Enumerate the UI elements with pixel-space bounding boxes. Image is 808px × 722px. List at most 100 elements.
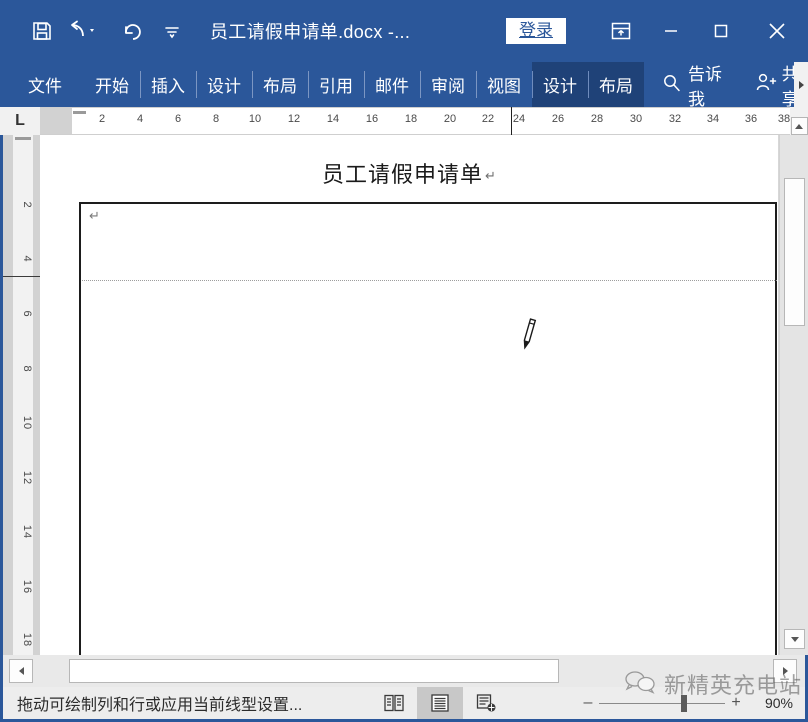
- ruler-tick: 8: [212, 113, 220, 125]
- tab-references[interactable]: 引用: [308, 62, 364, 107]
- document-heading: 员工请假申请单 ↵: [40, 157, 779, 189]
- tab-stop-selector[interactable]: L: [0, 107, 40, 135]
- ruler-tick: 18: [404, 113, 418, 125]
- horizontal-scrollbar-track[interactable]: [33, 658, 773, 684]
- document-table[interactable]: ↵: [79, 202, 789, 665]
- ruler-tick: 36: [744, 113, 758, 125]
- tab-table-design[interactable]: 设计: [532, 62, 588, 107]
- web-layout-icon[interactable]: [463, 687, 509, 719]
- vertical-scrollbar[interactable]: [779, 135, 808, 655]
- right-margin-marker: [511, 107, 512, 135]
- ribbon-overflow-button[interactable]: [794, 62, 808, 107]
- zoom-slider[interactable]: [599, 687, 725, 719]
- sign-in-button[interactable]: 登录: [506, 17, 566, 45]
- ruler-tick: 12: [287, 113, 301, 125]
- search-icon: [662, 73, 681, 97]
- tab-home[interactable]: 开始: [84, 62, 140, 107]
- tab-file[interactable]: 文件: [0, 62, 84, 107]
- scroll-down-button[interactable]: [784, 629, 805, 649]
- tab-mailings[interactable]: 邮件: [364, 62, 420, 107]
- status-message: 拖动可绘制列和行或应用当前线型设置...: [17, 697, 303, 714]
- document-work-area: 2 4 6 8 10 12 14 16 18 员工请假申请单 ↵ ↵: [0, 135, 808, 665]
- triangle-down-icon: [790, 636, 799, 642]
- paragraph-mark: ↵: [485, 169, 497, 184]
- ruler-tick: 22: [481, 113, 495, 125]
- horizontal-ruler[interactable]: 2 4 6 8 10 12 14 16 18 20 22 24 26 28 30…: [40, 107, 790, 135]
- zoom-slider-handle[interactable]: [681, 695, 687, 712]
- document-title: 员工请假申请单.docx -...: [210, 22, 411, 42]
- tab-view[interactable]: 视图: [476, 62, 532, 107]
- vruler-tick: 12: [21, 470, 33, 486]
- vruler-tick: 14: [21, 524, 33, 540]
- zoom-in-button[interactable]: +: [725, 687, 747, 719]
- vruler-tick: 8: [21, 365, 33, 373]
- horizontal-ruler-row: L 2 4 6 8 10 12 14 16 18 20 22 24 26 28 …: [0, 107, 808, 135]
- top-margin-marker[interactable]: [15, 137, 31, 140]
- ruler-tick: 34: [706, 113, 720, 125]
- ruler-tick: 14: [326, 113, 340, 125]
- ruler-tick: 24: [512, 113, 526, 125]
- tell-me-search[interactable]: 告诉我: [644, 62, 741, 109]
- tab-layout[interactable]: 布局: [252, 62, 308, 107]
- view-mode-group: [371, 687, 509, 719]
- scroll-up-region: [790, 107, 808, 135]
- scroll-left-button[interactable]: [9, 659, 33, 683]
- zoom-control[interactable]: – + 90%: [577, 687, 799, 719]
- cell-paragraph-mark: ↵: [89, 208, 100, 223]
- triangle-left-icon: [18, 667, 24, 675]
- minimize-button[interactable]: [646, 0, 696, 62]
- ruler-tick: 16: [365, 113, 379, 125]
- scroll-right-button[interactable]: [773, 659, 797, 683]
- pencil-cursor: [515, 317, 541, 353]
- read-mode-icon[interactable]: [371, 687, 417, 719]
- ribbon-tab-bar: 文件 开始 插入 设计 布局 引用 邮件 审阅 视图 设计 布局 告诉我 共享: [0, 62, 808, 109]
- vruler-tick: 6: [21, 310, 33, 318]
- tab-table-layout[interactable]: 布局: [588, 62, 644, 107]
- tab-design[interactable]: 设计: [196, 62, 252, 107]
- word-window: 员工请假申请单.docx -... 登录 文件 开始 插入 设计 布局 引用 邮…: [0, 0, 808, 722]
- status-bar: 拖动可绘制列和行或应用当前线型设置... – + 90%: [0, 687, 808, 722]
- tab-review[interactable]: 审阅: [420, 62, 476, 107]
- undo-button[interactable]: [62, 11, 112, 51]
- quick-access-toolbar: [0, 11, 192, 51]
- ruler-tick: 10: [248, 113, 262, 125]
- ruler-tick: 4: [136, 113, 144, 125]
- document-heading-text: 员工请假申请单: [322, 163, 484, 188]
- ruler-tick: 38: [777, 113, 791, 125]
- ruler-tick: 32: [668, 113, 682, 125]
- title-bar: 员工请假申请单.docx -... 登录: [0, 0, 808, 62]
- vertical-ruler-track: [13, 135, 33, 655]
- ruler-tick: 6: [174, 113, 182, 125]
- maximize-button[interactable]: [696, 0, 746, 62]
- document-page[interactable]: 员工请假申请单 ↵ ↵: [40, 135, 789, 665]
- triangle-up-icon: [795, 123, 803, 129]
- ruler-tick: 2: [98, 113, 106, 125]
- close-button[interactable]: [746, 0, 808, 62]
- vertical-ruler[interactable]: 2 4 6 8 10 12 14 16 18: [3, 135, 40, 655]
- ruler-tick: 30: [629, 113, 643, 125]
- ribbon-display-options-icon[interactable]: [596, 0, 646, 62]
- triangle-right-icon: [782, 667, 788, 675]
- first-line-indent-marker[interactable]: [73, 109, 86, 114]
- customize-quick-access-toolbar-button[interactable]: [152, 11, 192, 51]
- scroll-up-button[interactable]: [790, 117, 808, 135]
- zoom-percent-label[interactable]: 90%: [747, 695, 799, 711]
- print-layout-icon[interactable]: [417, 687, 463, 719]
- ruler-tick: 20: [443, 113, 457, 125]
- vruler-tick: 4: [21, 255, 33, 263]
- vruler-tick: 10: [21, 415, 33, 431]
- save-button[interactable]: [22, 11, 62, 51]
- vertical-margin-line: [3, 276, 40, 277]
- left-margin-area: [40, 108, 72, 134]
- redo-button[interactable]: [112, 11, 152, 51]
- chevron-right-icon: [798, 80, 804, 89]
- vertical-scrollbar-thumb[interactable]: [784, 178, 805, 326]
- zoom-slider-track: [599, 703, 725, 704]
- ruler-tick: 28: [590, 113, 604, 125]
- horizontal-scrollbar[interactable]: [0, 655, 808, 687]
- tab-insert[interactable]: 插入: [140, 62, 196, 107]
- share-person-icon: [755, 72, 777, 97]
- vruler-tick: 18: [21, 632, 33, 648]
- horizontal-scrollbar-thumb[interactable]: [69, 659, 559, 683]
- zoom-out-button[interactable]: –: [577, 687, 599, 719]
